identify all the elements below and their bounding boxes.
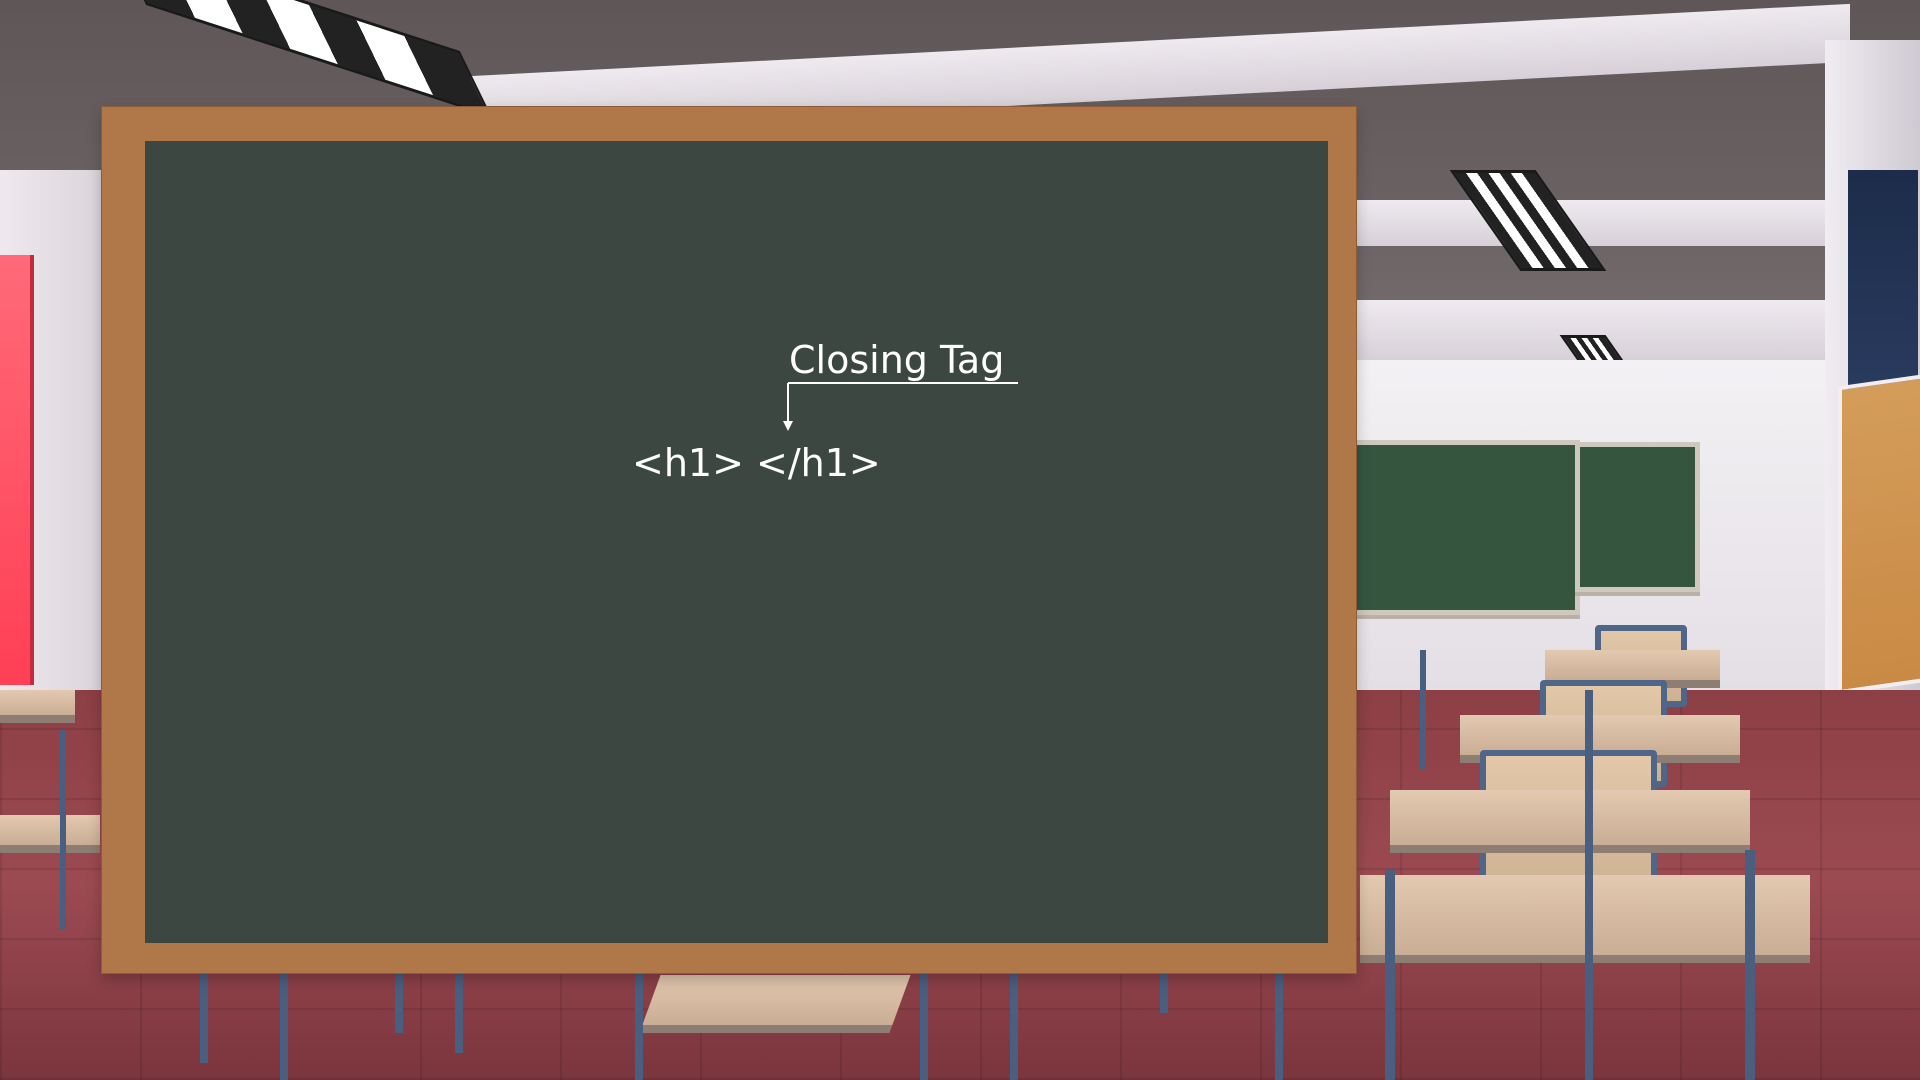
- desk-leg: [395, 973, 403, 1033]
- desk-leg: [455, 973, 463, 1053]
- corkboard: [1838, 373, 1920, 695]
- desk-leg: [1010, 973, 1018, 1080]
- desk-leg: [1585, 690, 1593, 1080]
- desk: [1390, 790, 1750, 853]
- desk-leg: [60, 730, 66, 930]
- h1-code-example: <h1> </h1>: [632, 441, 881, 485]
- right-window: [1840, 170, 1918, 410]
- desk-leg: [1420, 650, 1426, 770]
- left-window: [0, 255, 34, 685]
- arrow-down-icon: [783, 382, 1018, 431]
- desk-leg: [280, 973, 288, 1080]
- desk-leg: [1745, 850, 1755, 1080]
- desk-leg: [1275, 973, 1283, 1080]
- back-chalkboard: [1575, 442, 1700, 592]
- classroom-scene: Closing Tag <h1> </h1>: [0, 0, 1920, 1080]
- desk-leg: [920, 973, 928, 1080]
- pointer-arrowhead: [783, 421, 793, 431]
- desk-leg: [1385, 870, 1395, 1080]
- desk-leg: [635, 973, 643, 1080]
- desk-leg: [1160, 973, 1168, 1013]
- desk: [0, 815, 100, 853]
- chalkboard: [145, 141, 1328, 943]
- desk-leg: [200, 973, 208, 1063]
- desk: [0, 690, 75, 723]
- ceiling-beam: [1355, 200, 1875, 246]
- desk: [639, 975, 911, 1033]
- back-chalkboard: [1340, 440, 1580, 615]
